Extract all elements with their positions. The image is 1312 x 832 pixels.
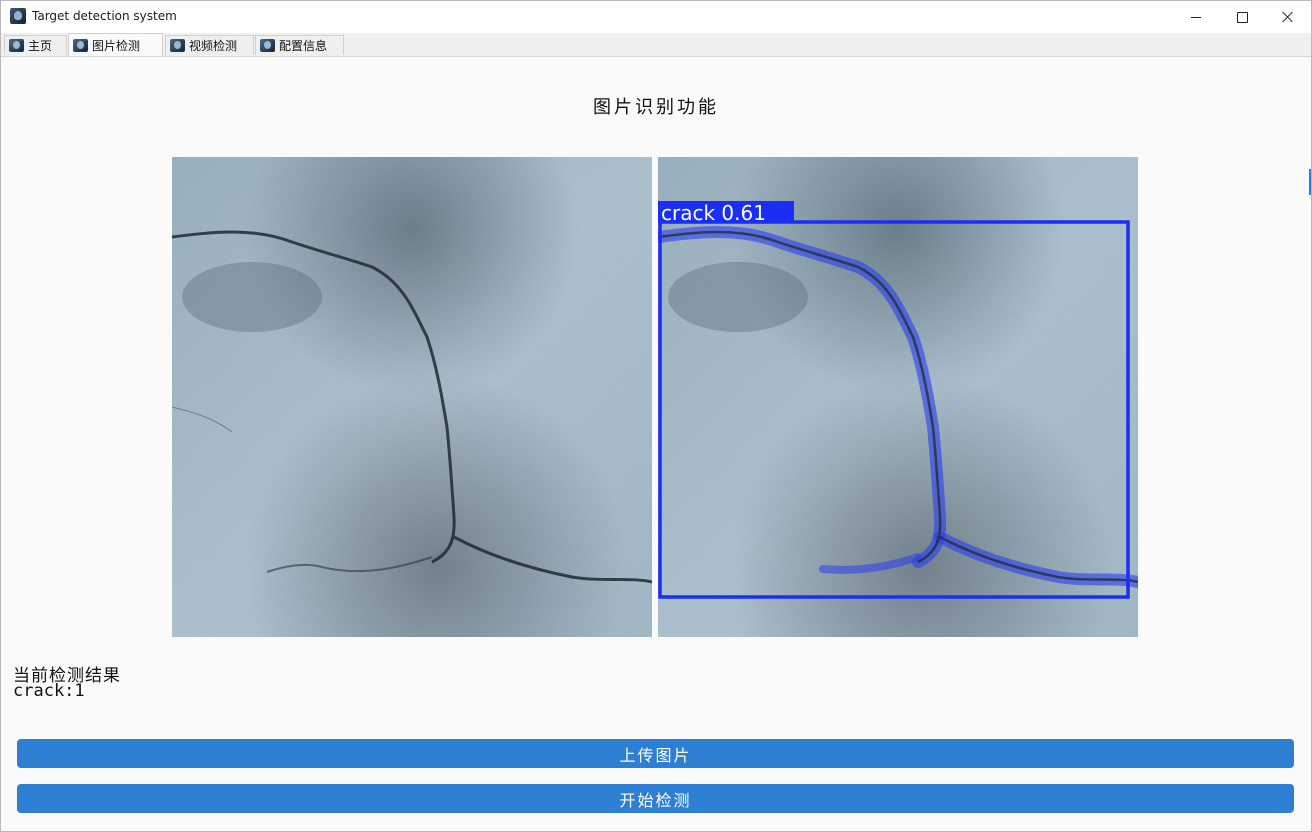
tab-home[interactable]: 主页 (4, 35, 67, 55)
tab-label: 图片检测 (92, 38, 141, 53)
minimize-button[interactable] (1173, 1, 1219, 33)
detection-label: crack 0.61 (661, 201, 766, 225)
upload-image-button[interactable]: 上传图片 (17, 739, 1294, 768)
title-bar: Target detection system (1, 1, 1311, 33)
tab-label: 视频检测 (189, 39, 238, 53)
original-image (172, 157, 652, 637)
scroll-indicator (1309, 169, 1311, 195)
tab-label: 主页 (28, 39, 53, 53)
close-icon (1282, 11, 1294, 23)
tab-video-detection[interactable]: 视频检测 (165, 35, 254, 55)
tab-home-icon (9, 39, 24, 52)
tab-bar: 主页 图片检测 视频检测 配置信息 (1, 33, 1311, 57)
window-title: Target detection system (32, 9, 177, 23)
start-detection-button[interactable]: 开始检测 (17, 784, 1294, 813)
tab-image-detection[interactable]: 图片检测 (68, 33, 163, 56)
minimize-icon (1191, 16, 1201, 18)
result-text: crack:1 (13, 681, 85, 701)
app-window: Target detection system 主页 图片检测 视频检测 配置信… (0, 0, 1312, 832)
maximize-button[interactable] (1219, 1, 1265, 33)
detected-image: crack 0.61 (658, 157, 1138, 637)
close-button[interactable] (1265, 1, 1311, 33)
tab-image-icon (73, 38, 88, 52)
tab-config-icon (260, 39, 275, 52)
maximize-icon (1236, 11, 1248, 23)
tab-video-icon (170, 39, 185, 52)
tab-label: 配置信息 (279, 39, 328, 53)
tab-config-info[interactable]: 配置信息 (255, 35, 344, 55)
app-logo-icon (10, 8, 26, 24)
page-title: 图片识别功能 (593, 97, 719, 118)
